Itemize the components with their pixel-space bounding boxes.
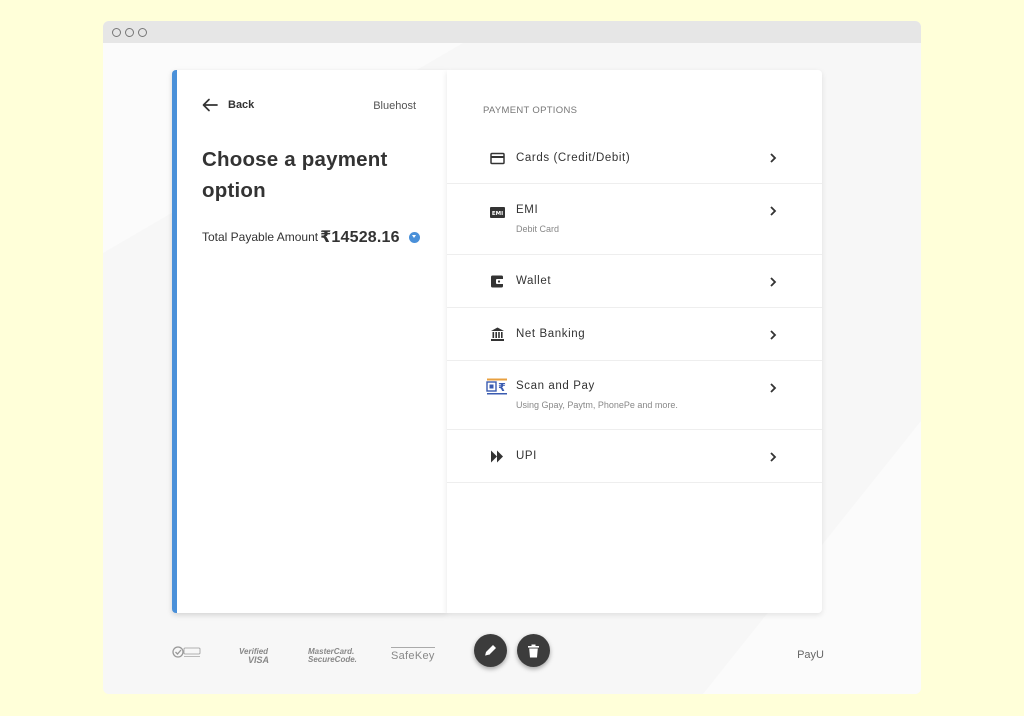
- window-titlebar: [103, 21, 921, 43]
- svg-text:₹: ₹: [498, 381, 506, 394]
- safekey-logo: SafeKey: [391, 647, 435, 662]
- emi-icon: EMI: [490, 207, 505, 218]
- option-emi[interactable]: EMI EMI Debit Card: [447, 184, 822, 255]
- merchant-name: Bluehost: [373, 100, 416, 112]
- delete-button[interactable]: [517, 634, 550, 667]
- payment-options-list: Cards (Credit/Debit) EMI EMI Debit Card: [447, 132, 822, 483]
- total-amount-row: Total Payable Amount ₹14528.16: [202, 227, 420, 247]
- chevron-right-icon: [770, 206, 777, 216]
- window-minimize-dot[interactable]: [125, 27, 134, 37]
- payment-options-heading: PAYMENT OPTIONS: [483, 105, 578, 116]
- chevron-right-icon: [770, 383, 777, 393]
- option-wallet[interactable]: Wallet: [447, 255, 822, 308]
- verified-by-visa-logo: Verified VISA: [239, 648, 270, 665]
- wallet-icon: [491, 275, 504, 288]
- upi-icon: [491, 450, 503, 463]
- arrow-left-icon: [202, 98, 218, 112]
- browser-window: Back Bluehost Choose a payment option To…: [103, 21, 921, 694]
- back-button[interactable]: Back: [202, 98, 254, 112]
- svg-text:EMI: EMI: [492, 211, 503, 217]
- option-net-banking[interactable]: Net Banking: [447, 308, 822, 361]
- option-sublabel: Debit Card: [516, 224, 560, 234]
- option-scan-and-pay[interactable]: ₹ Scan and Pay Using Gpay, Paytm, PhoneP…: [447, 361, 822, 430]
- pencil-icon: [484, 645, 496, 657]
- amount-value: ₹14528.16: [320, 229, 400, 246]
- qr-rupee-icon: ₹: [486, 378, 507, 395]
- amount-label: Total Payable Amount: [202, 230, 319, 244]
- security-footer: Verified VISA MasterCard. SecureCode. Sa…: [103, 633, 921, 694]
- payment-options-card: PAYMENT OPTIONS Cards (Credit/Debit) EMI…: [447, 70, 822, 613]
- expand-details-icon[interactable]: [408, 231, 420, 243]
- option-upi[interactable]: UPI: [447, 430, 822, 483]
- chevron-right-icon: [770, 330, 777, 340]
- safekey-rule: [391, 647, 435, 648]
- payu-logo: PayU: [797, 649, 824, 661]
- window-maximize-dot[interactable]: [138, 27, 147, 37]
- edit-button[interactable]: [474, 634, 507, 667]
- mastercard-securecode-logo: MasterCard. SecureCode.: [308, 648, 357, 664]
- option-cards[interactable]: Cards (Credit/Debit): [447, 132, 822, 184]
- chevron-right-icon: [770, 277, 777, 287]
- back-label: Back: [228, 99, 255, 111]
- trash-icon: [528, 644, 539, 657]
- visa-line2: VISA: [248, 655, 270, 665]
- safekey-text: SafeKey: [391, 650, 435, 662]
- pci-dss-logo: [172, 646, 201, 658]
- card-icon: [490, 152, 505, 165]
- chevron-right-icon: [770, 452, 777, 462]
- bank-icon: [491, 327, 504, 341]
- window-close-dot[interactable]: [112, 27, 121, 37]
- option-sublabel: Using Gpay, Paytm, PhonePe and more.: [516, 400, 678, 410]
- chevron-right-icon: [770, 153, 777, 163]
- mc-line2: SecureCode.: [308, 655, 357, 664]
- page-title: Choose a payment option: [202, 148, 388, 202]
- payment-summary-card: Back Bluehost Choose a payment option To…: [172, 70, 447, 613]
